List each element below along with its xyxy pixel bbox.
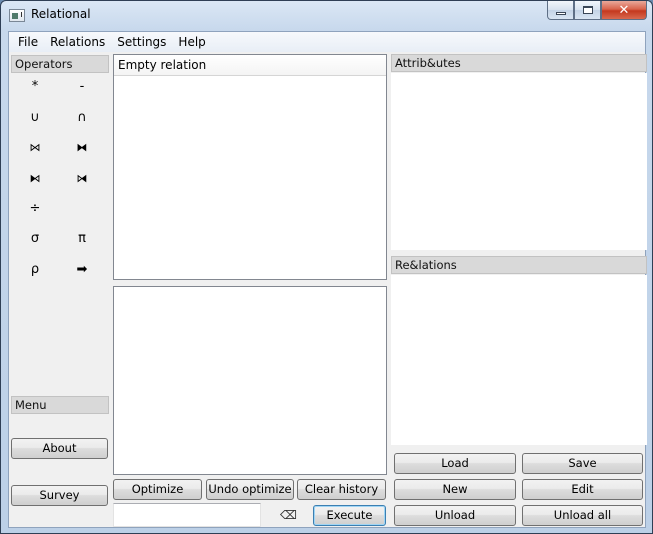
menu-help[interactable]: Help: [172, 32, 211, 52]
operator-outer-join-button[interactable]: ⧓: [67, 138, 97, 158]
attributes-list[interactable]: [391, 73, 647, 250]
about-button[interactable]: About: [11, 438, 108, 459]
save-button[interactable]: Save: [522, 453, 643, 474]
relations-list[interactable]: [391, 275, 647, 445]
operator-product-button[interactable]: *: [20, 77, 50, 97]
query-input[interactable]: [113, 503, 261, 527]
clear-query-icon[interactable]: ⌫: [280, 508, 297, 522]
history-list[interactable]: [113, 286, 387, 475]
operator-intersection-button[interactable]: ∩: [67, 108, 97, 128]
operator-difference-button[interactable]: -: [67, 77, 97, 97]
app-window: Relational ✕ File Relations Settings Hel…: [0, 0, 653, 534]
survey-button[interactable]: Survey: [11, 485, 108, 506]
maximize-button[interactable]: [574, 1, 601, 20]
operator-projection-button[interactable]: π: [67, 229, 97, 249]
minimize-button[interactable]: [547, 1, 574, 20]
undo-optimize-button[interactable]: Undo optimize: [206, 479, 294, 500]
unload-all-button[interactable]: Unload all: [522, 505, 643, 526]
close-button[interactable]: ✕: [601, 1, 647, 20]
menu-settings[interactable]: Settings: [111, 32, 172, 52]
app-window-icon: [9, 9, 25, 22]
result-table-header: Empty relation: [114, 55, 386, 76]
menu-bar: File Relations Settings Help: [9, 32, 645, 52]
title-bar[interactable]: Relational ✕: [1, 1, 652, 31]
operators-dock-title: Operators: [11, 55, 109, 73]
operator-division-button[interactable]: ÷: [20, 199, 50, 219]
close-icon: ✕: [618, 2, 630, 18]
menu-relations[interactable]: Relations: [44, 32, 111, 52]
operator-assignment-button[interactable]: ➡: [67, 260, 97, 280]
main-window-content: File Relations Settings Help Operators *…: [8, 31, 647, 528]
result-table[interactable]: Empty relation: [113, 54, 387, 280]
minimize-icon: [555, 11, 566, 15]
menu-file[interactable]: File: [12, 32, 44, 52]
clear-history-button[interactable]: Clear history: [297, 479, 386, 500]
operator-natural-join-button[interactable]: ⋈: [20, 138, 50, 158]
operator-rename-button[interactable]: ρ: [20, 260, 50, 280]
operator-right-outer-join-button[interactable]: ⧒: [67, 169, 97, 189]
window-title: Relational: [31, 7, 91, 21]
relations-dock-title: Re&lations: [391, 256, 647, 274]
operator-selection-button[interactable]: σ: [20, 229, 50, 249]
attributes-dock-title: Attrib&utes: [391, 54, 647, 72]
operator-left-outer-join-button[interactable]: ⧑: [20, 169, 50, 189]
caption-buttons: ✕: [547, 1, 647, 21]
maximize-icon: [582, 6, 593, 14]
execute-button[interactable]: Execute: [313, 505, 386, 526]
edit-button[interactable]: Edit: [522, 479, 643, 500]
menu-dock-title: Menu: [11, 396, 109, 414]
load-button[interactable]: Load: [394, 453, 516, 474]
unload-button[interactable]: Unload: [394, 505, 516, 526]
new-button[interactable]: New: [394, 479, 516, 500]
optimize-button[interactable]: Optimize: [113, 479, 202, 500]
operator-union-button[interactable]: ∪: [20, 108, 50, 128]
